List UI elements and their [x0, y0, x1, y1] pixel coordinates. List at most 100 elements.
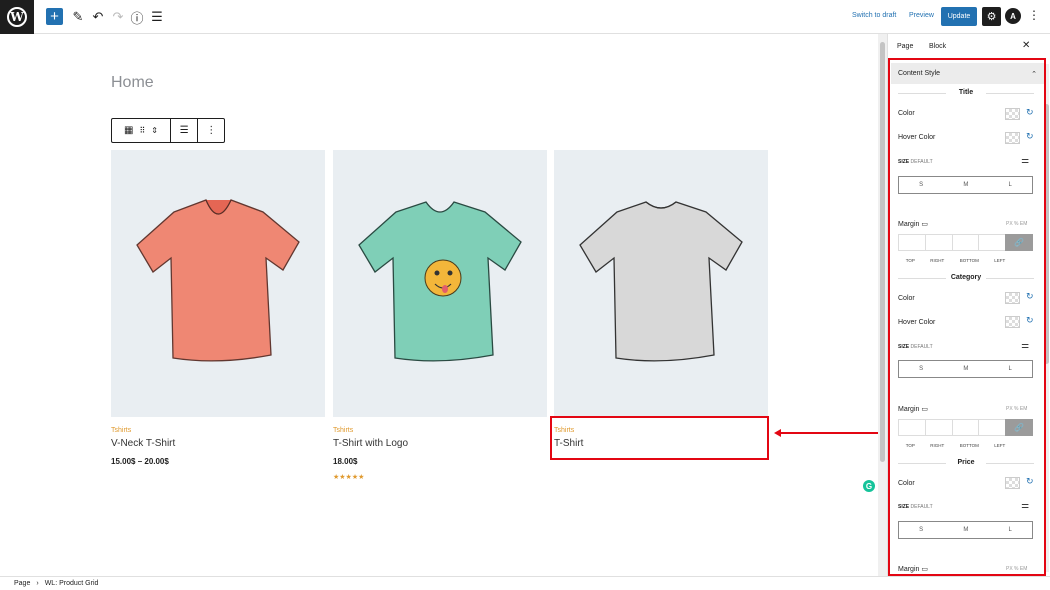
price-color-swatch[interactable]	[1005, 477, 1020, 489]
product-card[interactable]: Tshirts T-Shirt with Logo 18.00$ ★★★★★	[333, 150, 547, 481]
margin-bottom-input[interactable]	[951, 234, 979, 251]
product-price: 18.00$	[333, 457, 358, 466]
wordpress-logo-button[interactable]: W	[0, 0, 34, 34]
margin-units[interactable]: PX % EM	[1006, 566, 1027, 572]
breadcrumb-block[interactable]: WL: Product Grid	[45, 580, 99, 587]
section-price-heading: Price	[898, 459, 1034, 466]
tshirt-image	[136, 199, 300, 362]
add-block-button[interactable]: +	[46, 8, 63, 25]
margin-top-input[interactable]	[898, 234, 925, 251]
reset-icon[interactable]: ↻	[1026, 291, 1034, 302]
content-style-panel-header[interactable]: Content Style ⌃	[891, 63, 1044, 84]
block-type-switcher[interactable]: ▦ ⠿ ⇕	[112, 119, 171, 142]
block-options-button[interactable]: ⋮	[198, 119, 224, 142]
category-margin-label: Margin ▭	[898, 406, 928, 413]
reset-icon[interactable]: ↻	[1026, 107, 1034, 118]
reset-icon[interactable]: ↻	[1026, 476, 1034, 487]
size-s-option[interactable]: S	[919, 366, 923, 372]
margin-right-input[interactable]	[924, 419, 952, 436]
tab-block[interactable]: Block	[929, 43, 946, 50]
product-card[interactable]: Tshirts V-Neck T-Shirt 15.00$ – 20.00$	[111, 150, 325, 466]
grammarly-icon[interactable]: G	[863, 480, 875, 492]
canvas-scrollbar[interactable]	[878, 34, 887, 576]
desktop-icon: ▭	[921, 566, 928, 573]
category-size-selector[interactable]: S M L	[898, 360, 1033, 378]
product-card[interactable]: Tshirts T-Shirt	[554, 150, 768, 449]
title-size-label: SIZE DEFAULT	[898, 159, 933, 165]
category-margin-inputs[interactable]: 🔗	[898, 419, 1033, 436]
margin-top-input[interactable]	[898, 419, 925, 436]
sidebar-scrollbar[interactable]	[1044, 64, 1049, 572]
size-m-option[interactable]: M	[963, 527, 968, 533]
settings-gear-icon[interactable]: ⚙	[982, 7, 1001, 26]
product-name[interactable]: T-Shirt with Logo	[333, 438, 547, 449]
title-size-selector[interactable]: S M L	[898, 176, 1033, 194]
link-icon[interactable]: 🔗	[1005, 234, 1033, 251]
sliders-icon[interactable]: ⚌	[1021, 500, 1029, 511]
undo-icon[interactable]: ↶	[89, 8, 107, 26]
annotation-arrow-head	[774, 429, 781, 437]
product-image[interactable]	[554, 150, 768, 417]
title-hover-color-swatch[interactable]	[1005, 132, 1020, 144]
product-image[interactable]	[333, 150, 547, 417]
block-toolbar: ▦ ⠿ ⇕ ☰ ⋮	[111, 118, 225, 143]
reset-icon[interactable]: ↻	[1026, 315, 1034, 326]
category-color-swatch[interactable]	[1005, 292, 1020, 304]
size-m-option[interactable]: M	[963, 182, 968, 188]
redo-icon[interactable]: ↷	[109, 8, 127, 26]
margin-left-input[interactable]	[978, 234, 1006, 251]
margin-side-captions: TOP RIGHT BOTTOM LEFT	[905, 258, 1006, 263]
title-color-label: Color	[898, 110, 915, 117]
size-s-option[interactable]: S	[919, 182, 923, 188]
sliders-icon[interactable]: ⚌	[1021, 155, 1029, 166]
size-s-option[interactable]: S	[919, 527, 923, 533]
desktop-icon: ▭	[921, 406, 928, 413]
title-margin-inputs[interactable]: 🔗	[898, 234, 1033, 251]
product-category[interactable]: Tshirts	[111, 427, 325, 434]
link-icon[interactable]: 🔗	[1005, 419, 1033, 436]
size-l-option[interactable]: L	[1009, 527, 1012, 533]
product-image[interactable]	[111, 150, 325, 417]
margin-left-input[interactable]	[978, 419, 1006, 436]
reset-icon[interactable]: ↻	[1026, 131, 1034, 142]
title-color-swatch[interactable]	[1005, 108, 1020, 120]
more-options-icon[interactable]: ⋮	[1028, 8, 1040, 22]
margin-units[interactable]: PX % EM	[1006, 221, 1027, 227]
move-up-down-icon[interactable]: ⇕	[151, 126, 158, 135]
sliders-icon[interactable]: ⚌	[1021, 340, 1029, 351]
size-m-option[interactable]: M	[963, 366, 968, 372]
astra-icon[interactable]: A	[1005, 8, 1021, 24]
price-size-selector[interactable]: S M L	[898, 521, 1033, 539]
price-margin-label: Margin ▭	[898, 566, 928, 573]
update-button[interactable]: Update	[941, 7, 977, 26]
desktop-icon: ▭	[921, 221, 928, 228]
more-vertical-icon: ⋮	[206, 125, 217, 136]
drag-handle-icon[interactable]: ⠿	[139, 126, 145, 135]
list-view-icon[interactable]: ☰	[148, 8, 166, 26]
margin-bottom-input[interactable]	[951, 419, 979, 436]
sidebar-tabs: Page Block ✕	[888, 34, 1050, 58]
preview-button[interactable]: Preview	[909, 12, 934, 19]
category-color-label: Color	[898, 295, 915, 302]
size-l-option[interactable]: L	[1009, 182, 1012, 188]
annotation-arrow	[779, 432, 888, 434]
panel-title: Content Style	[898, 70, 941, 77]
switch-to-draft-button[interactable]: Switch to draft	[852, 12, 896, 19]
edit-pencil-icon[interactable]: ✎	[69, 8, 87, 26]
product-category[interactable]: Tshirts	[333, 427, 547, 434]
category-size-label: SIZE DEFAULT	[898, 344, 933, 350]
page-title[interactable]: Home	[111, 74, 154, 92]
align-button[interactable]: ☰	[171, 119, 199, 142]
margin-right-input[interactable]	[924, 234, 952, 251]
breadcrumb-separator: ›	[36, 580, 39, 587]
tab-page[interactable]: Page	[897, 43, 913, 50]
category-hover-color-swatch[interactable]	[1005, 316, 1020, 328]
margin-units[interactable]: PX % EM	[1006, 406, 1027, 412]
breadcrumb-page[interactable]: Page	[14, 580, 30, 587]
close-icon[interactable]: ✕	[1022, 40, 1030, 51]
section-title-heading: Title	[898, 89, 1034, 96]
product-name[interactable]: V-Neck T-Shirt	[111, 438, 325, 449]
details-info-icon[interactable]: ⓘ	[128, 8, 146, 26]
size-l-option[interactable]: L	[1009, 366, 1012, 372]
price-size-label: SIZE DEFAULT	[898, 504, 933, 510]
